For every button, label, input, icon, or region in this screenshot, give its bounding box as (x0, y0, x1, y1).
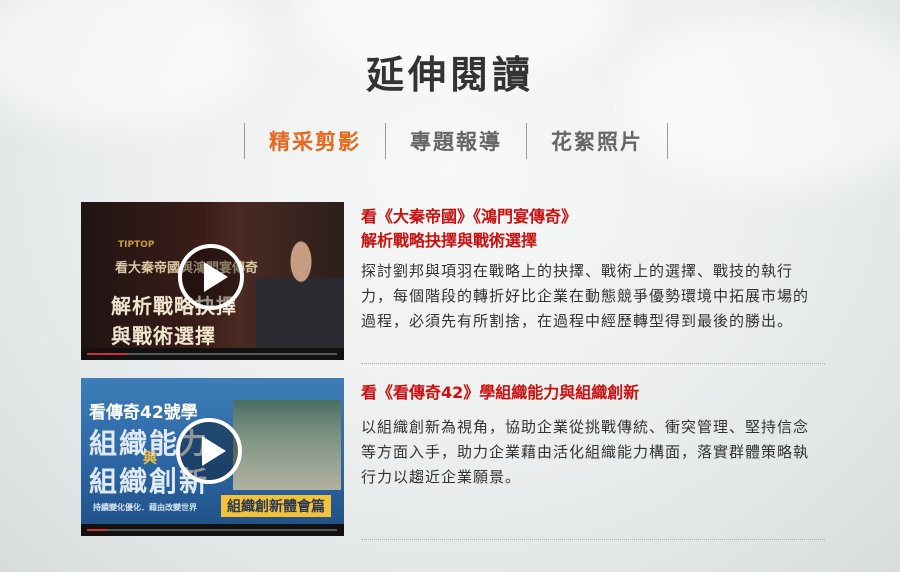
item-headline[interactable]: 看《大秦帝國》《鴻門宴傳奇》 解析戰略抉擇與戰術選擇 (361, 205, 821, 253)
item-description: 探討劉邦與項羽在戰略上的抉擇、戰術上的選擇、戰技的執行力，每個階段的轉折好比企業… (361, 262, 810, 330)
page-title: 延伸閱讀 (365, 53, 534, 97)
tab-highlights[interactable]: 精采剪影 (245, 123, 386, 159)
thumbnail-footer: 持續變化優化．藉由改變世界 (93, 503, 197, 512)
item-description: 以組織創新為視角，協助企業從挑戰傳統、衝突管理、堅持信念等方面入手，助力企業藉由… (361, 418, 810, 486)
video-thumbnail[interactable]: TIPTOP 看大秦帝國與鴻門宴傳奇 解析戰略抉擇 與戰術選擇 (81, 202, 344, 360)
tab-behind-the-scenes-photos[interactable]: 花絮照片 (527, 123, 668, 159)
list-item: 看傳奇42號學 組織能力 與 組織創新 組織創新體會篇 持續變化優化．藉由改變世… (81, 378, 825, 540)
tab-bar: 精采剪影 專題報導 花絮照片 (244, 123, 668, 159)
thumbnail-logo: TIPTOP (118, 240, 155, 250)
tab-feature-reports[interactable]: 專題報導 (386, 123, 527, 159)
play-icon[interactable] (176, 418, 242, 484)
headline-line: 看《看傳奇42》學組織能力與組織創新 (361, 383, 640, 402)
headline-line: 解析戰略抉擇與戰術選擇 (361, 231, 538, 250)
headline-line: 看《大秦帝國》《鴻門宴傳奇》 (361, 207, 578, 226)
speaker-image (256, 240, 344, 348)
video-controls-bar[interactable] (81, 348, 344, 360)
thumbnail-banner: 組織創新體會篇 (221, 495, 331, 517)
video-controls-bar[interactable] (81, 524, 344, 536)
item-headline[interactable]: 看《看傳奇42》學組織能力與組織創新 (361, 381, 821, 405)
divider (361, 363, 825, 364)
thumbnail-title-line: 與戰術選擇 (111, 324, 216, 348)
thumbnail-caption: 看傳奇42號學 (89, 403, 198, 423)
play-icon[interactable] (178, 244, 244, 310)
list-item: TIPTOP 看大秦帝國與鴻門宴傳奇 解析戰略抉擇 與戰術選擇 看《大秦帝國》《… (81, 202, 825, 364)
baseball-photo (233, 400, 341, 490)
divider (361, 539, 825, 540)
video-thumbnail[interactable]: 看傳奇42號學 組織能力 與 組織創新 組織創新體會篇 持續變化優化．藉由改變世… (81, 378, 344, 536)
